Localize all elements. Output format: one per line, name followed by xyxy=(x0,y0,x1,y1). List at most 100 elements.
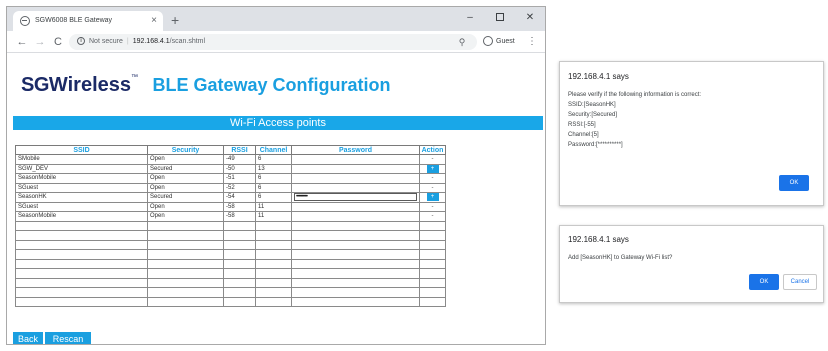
globe-icon xyxy=(20,16,30,26)
header-security[interactable]: Security xyxy=(147,145,224,155)
empty-cell xyxy=(291,239,420,250)
cell-password xyxy=(291,163,420,174)
empty-cell xyxy=(255,220,292,231)
table-row-empty xyxy=(15,220,446,231)
password-input[interactable]: •••••••••• xyxy=(294,193,417,202)
action-none: - xyxy=(431,156,434,163)
section-title: Wi-Fi Access points xyxy=(13,116,543,130)
cell-channel: 13 xyxy=(255,163,292,174)
rescan-button[interactable]: Rescan xyxy=(45,332,91,344)
table-row: SeasonHK Secured -54 6 •••••••••• + xyxy=(15,192,446,203)
empty-cell xyxy=(147,249,224,260)
access-points-table: SSID Security RSSI Channel Password Acti… xyxy=(15,145,446,307)
empty-cell xyxy=(419,230,446,241)
kebab-menu-icon[interactable]: ⋮ xyxy=(527,34,537,50)
cell-rssi: -58 xyxy=(223,201,256,212)
empty-cell xyxy=(419,239,446,250)
cell-action: - xyxy=(419,201,446,212)
tab-close-icon[interactable]: × xyxy=(151,11,157,31)
empty-cell xyxy=(223,230,256,241)
dialog-message: Add [SeasonHK] to Gateway Wi-Fi list? xyxy=(568,255,673,261)
cell-security: Secured xyxy=(147,192,224,203)
header-ssid[interactable]: SSID xyxy=(15,145,148,155)
empty-cell xyxy=(255,249,292,260)
empty-cell xyxy=(15,239,148,250)
header-channel[interactable]: Channel xyxy=(255,145,292,155)
forward-arrow-icon[interactable]: → xyxy=(33,34,47,50)
table-row-empty xyxy=(15,239,446,250)
brand-logo-sg: SG xyxy=(21,74,49,96)
add-network-button[interactable]: + xyxy=(426,164,439,173)
cell-rssi: -54 xyxy=(223,192,256,203)
minimize-button[interactable]: – xyxy=(455,7,485,31)
back-arrow-icon[interactable]: ← xyxy=(15,34,29,50)
empty-cell xyxy=(15,268,148,279)
empty-cell xyxy=(223,277,256,288)
brand-logo-wireless: Wireless xyxy=(48,74,131,96)
cell-security: Secured xyxy=(147,163,224,174)
cell-channel: 6 xyxy=(255,192,292,203)
cell-ssid: SeasonHK xyxy=(15,192,148,203)
cell-security: Open xyxy=(147,182,224,193)
empty-cell xyxy=(15,277,148,288)
cell-ssid: SGW_DEV xyxy=(15,163,148,174)
empty-cell xyxy=(255,296,292,307)
omnibox-divider: | xyxy=(126,38,129,45)
cell-action: + xyxy=(419,163,446,174)
empty-cell xyxy=(419,258,446,269)
table-row: SGuest Open -58 11 - xyxy=(15,201,446,212)
dialog-title: 192.168.4.1 says xyxy=(568,72,629,81)
ok-button[interactable]: OK xyxy=(779,175,809,191)
header-password[interactable]: Password xyxy=(291,145,420,155)
browser-tab[interactable]: SGW6008 BLE Gateway × xyxy=(13,11,163,31)
empty-cell xyxy=(223,239,256,250)
address-bar[interactable]: i Not secure | 192.168.4.1/scan.shtml xyxy=(69,34,477,50)
profile-button[interactable]: Guest xyxy=(483,34,515,50)
table-row: SMobile Open -49 6 - xyxy=(15,154,446,165)
dialog-line: Security:[Secured] xyxy=(568,112,618,118)
table-row-empty xyxy=(15,249,446,260)
reload-icon[interactable]: C xyxy=(51,34,65,50)
empty-cell xyxy=(255,239,292,250)
empty-cell xyxy=(419,277,446,288)
empty-cell xyxy=(291,258,420,269)
empty-cell xyxy=(291,287,420,298)
maximize-button[interactable] xyxy=(485,7,515,31)
action-none: - xyxy=(431,184,434,191)
tab-strip: SGW6008 BLE Gateway × + – ✕ xyxy=(7,7,545,31)
action-none: - xyxy=(431,175,434,182)
cell-password xyxy=(291,182,420,193)
add-network-button[interactable]: + xyxy=(426,193,439,202)
page-header: SGWireless™ BLE Gateway Configuration xyxy=(21,74,390,98)
zoom-icon[interactable]: ⚲ xyxy=(455,34,469,50)
browser-window: SGW6008 BLE Gateway × + – ✕ ← → C i Not s… xyxy=(6,6,546,345)
cell-rssi: -49 xyxy=(223,154,256,165)
header-rssi[interactable]: RSSI xyxy=(223,145,256,155)
empty-cell xyxy=(291,268,420,279)
empty-cell xyxy=(15,249,148,260)
empty-cell xyxy=(15,258,148,269)
cell-ssid: SeasonMobile xyxy=(15,211,148,222)
empty-cell xyxy=(147,296,224,307)
profile-icon xyxy=(483,36,493,47)
action-none: - xyxy=(431,203,434,210)
add-network-dialog: 192.168.4.1 says Add [SeasonHK] to Gatew… xyxy=(559,225,824,303)
tab-title: SGW6008 BLE Gateway xyxy=(35,17,113,24)
empty-cell xyxy=(419,220,446,231)
empty-cell xyxy=(223,287,256,298)
dialog-message: Please verify if the following informati… xyxy=(568,90,701,150)
close-window-button[interactable]: ✕ xyxy=(515,7,545,31)
cell-ssid: SGuest xyxy=(15,182,148,193)
ok-button[interactable]: OK xyxy=(749,274,779,290)
table-row: SGuest Open -52 6 - xyxy=(15,182,446,193)
empty-cell xyxy=(147,268,224,279)
cell-rssi: -50 xyxy=(223,163,256,174)
header-action[interactable]: Action xyxy=(419,145,446,155)
new-tab-button[interactable]: + xyxy=(171,9,179,31)
brand-trademark: ™ xyxy=(131,74,138,81)
cell-rssi: -58 xyxy=(223,211,256,222)
info-icon[interactable]: i xyxy=(77,37,85,46)
back-button[interactable]: Back xyxy=(13,332,43,344)
cancel-button[interactable]: Cancel xyxy=(783,274,817,290)
cell-password xyxy=(291,154,420,165)
